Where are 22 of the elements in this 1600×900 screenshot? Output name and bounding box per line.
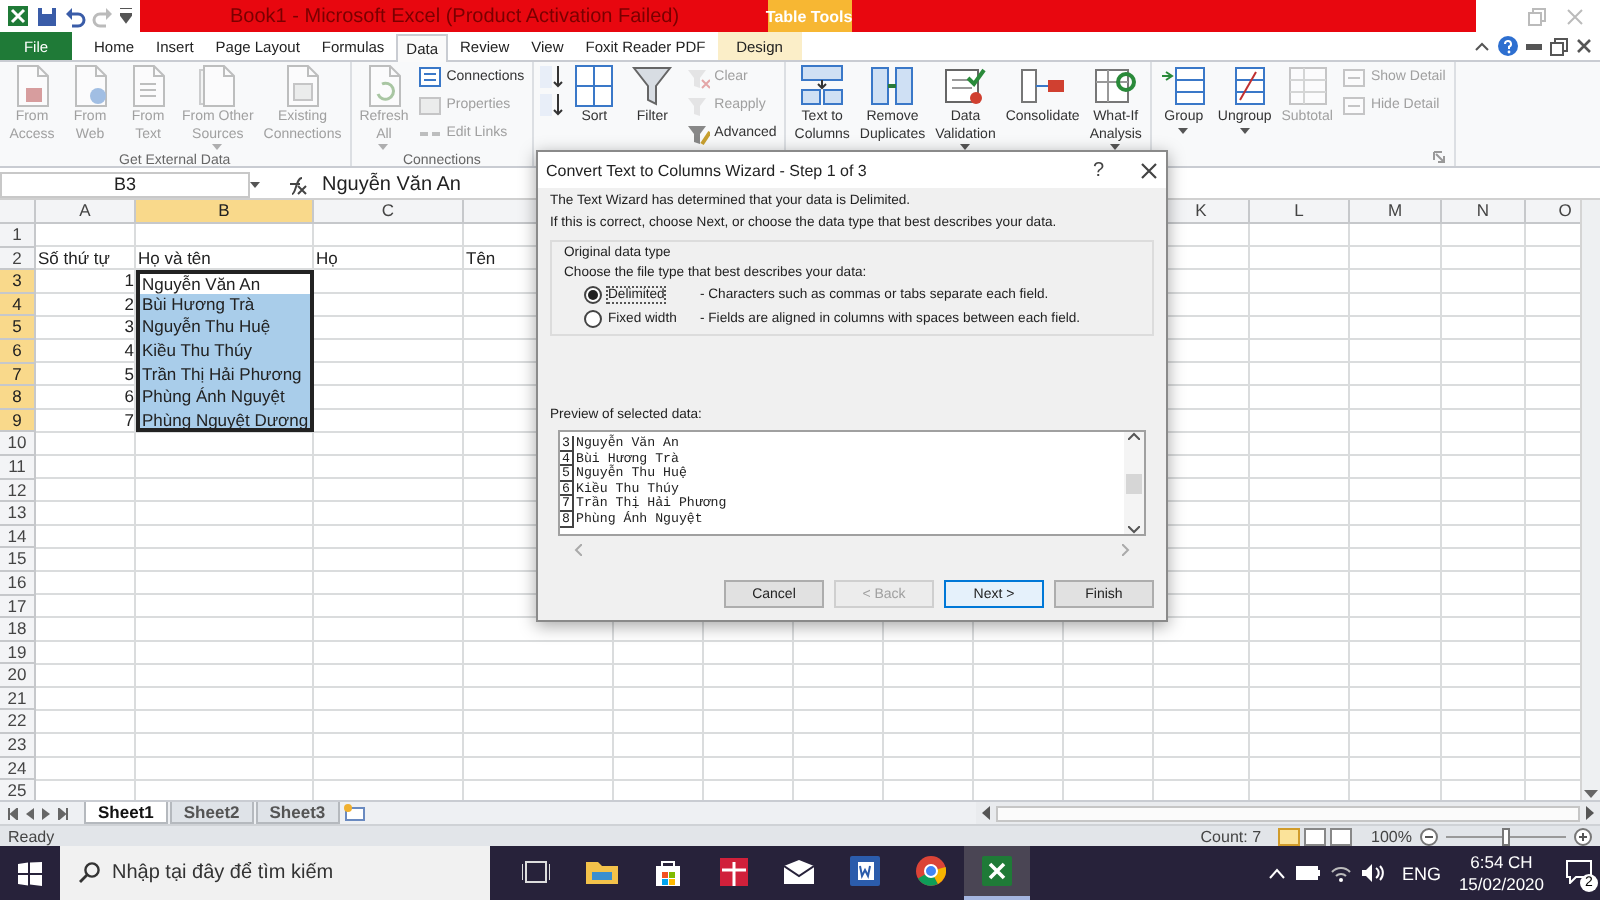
table-cell: Kiều Thu Thúy [136, 339, 314, 364]
table-cell-text: Số thứ tự [36, 247, 112, 271]
table-cell: Bùi Hương Trà [136, 293, 314, 317]
table-cell: Nguyễn Văn An [136, 270, 314, 294]
table-cell-text: Họ và tên [136, 247, 213, 271]
table-cell-text: 3 [122, 316, 136, 340]
status-text: Ready [8, 827, 55, 845]
table-cell: Tên [464, 247, 498, 271]
table-cell: Nguyễn Thu Huệ [136, 316, 314, 340]
dialog-title: Convert Text to Columns Wizard - Step 1 of 3 [546, 161, 867, 179]
window-title: Book1 - Microsoft Excel (Product Activation Failed) [230, 5, 680, 27]
table-cell-text: 2 [122, 293, 136, 317]
table-cell-text: 5 [122, 363, 136, 387]
table-cell-text: 1 [122, 270, 136, 294]
table-cell: Phùng Ánh Nguyệt [136, 386, 314, 410]
count-text: Count: 7 [1200, 827, 1262, 845]
table-cell-text: 4 [122, 339, 136, 364]
table-cell: Trần Thị Hải Phương [136, 363, 314, 387]
table-cell-text: 7 [122, 409, 136, 433]
table-cell-text: Họ [314, 247, 340, 271]
table-cell-text: 6 [122, 386, 136, 410]
table-cell: Phùng Nguyệt Dương [136, 409, 314, 433]
